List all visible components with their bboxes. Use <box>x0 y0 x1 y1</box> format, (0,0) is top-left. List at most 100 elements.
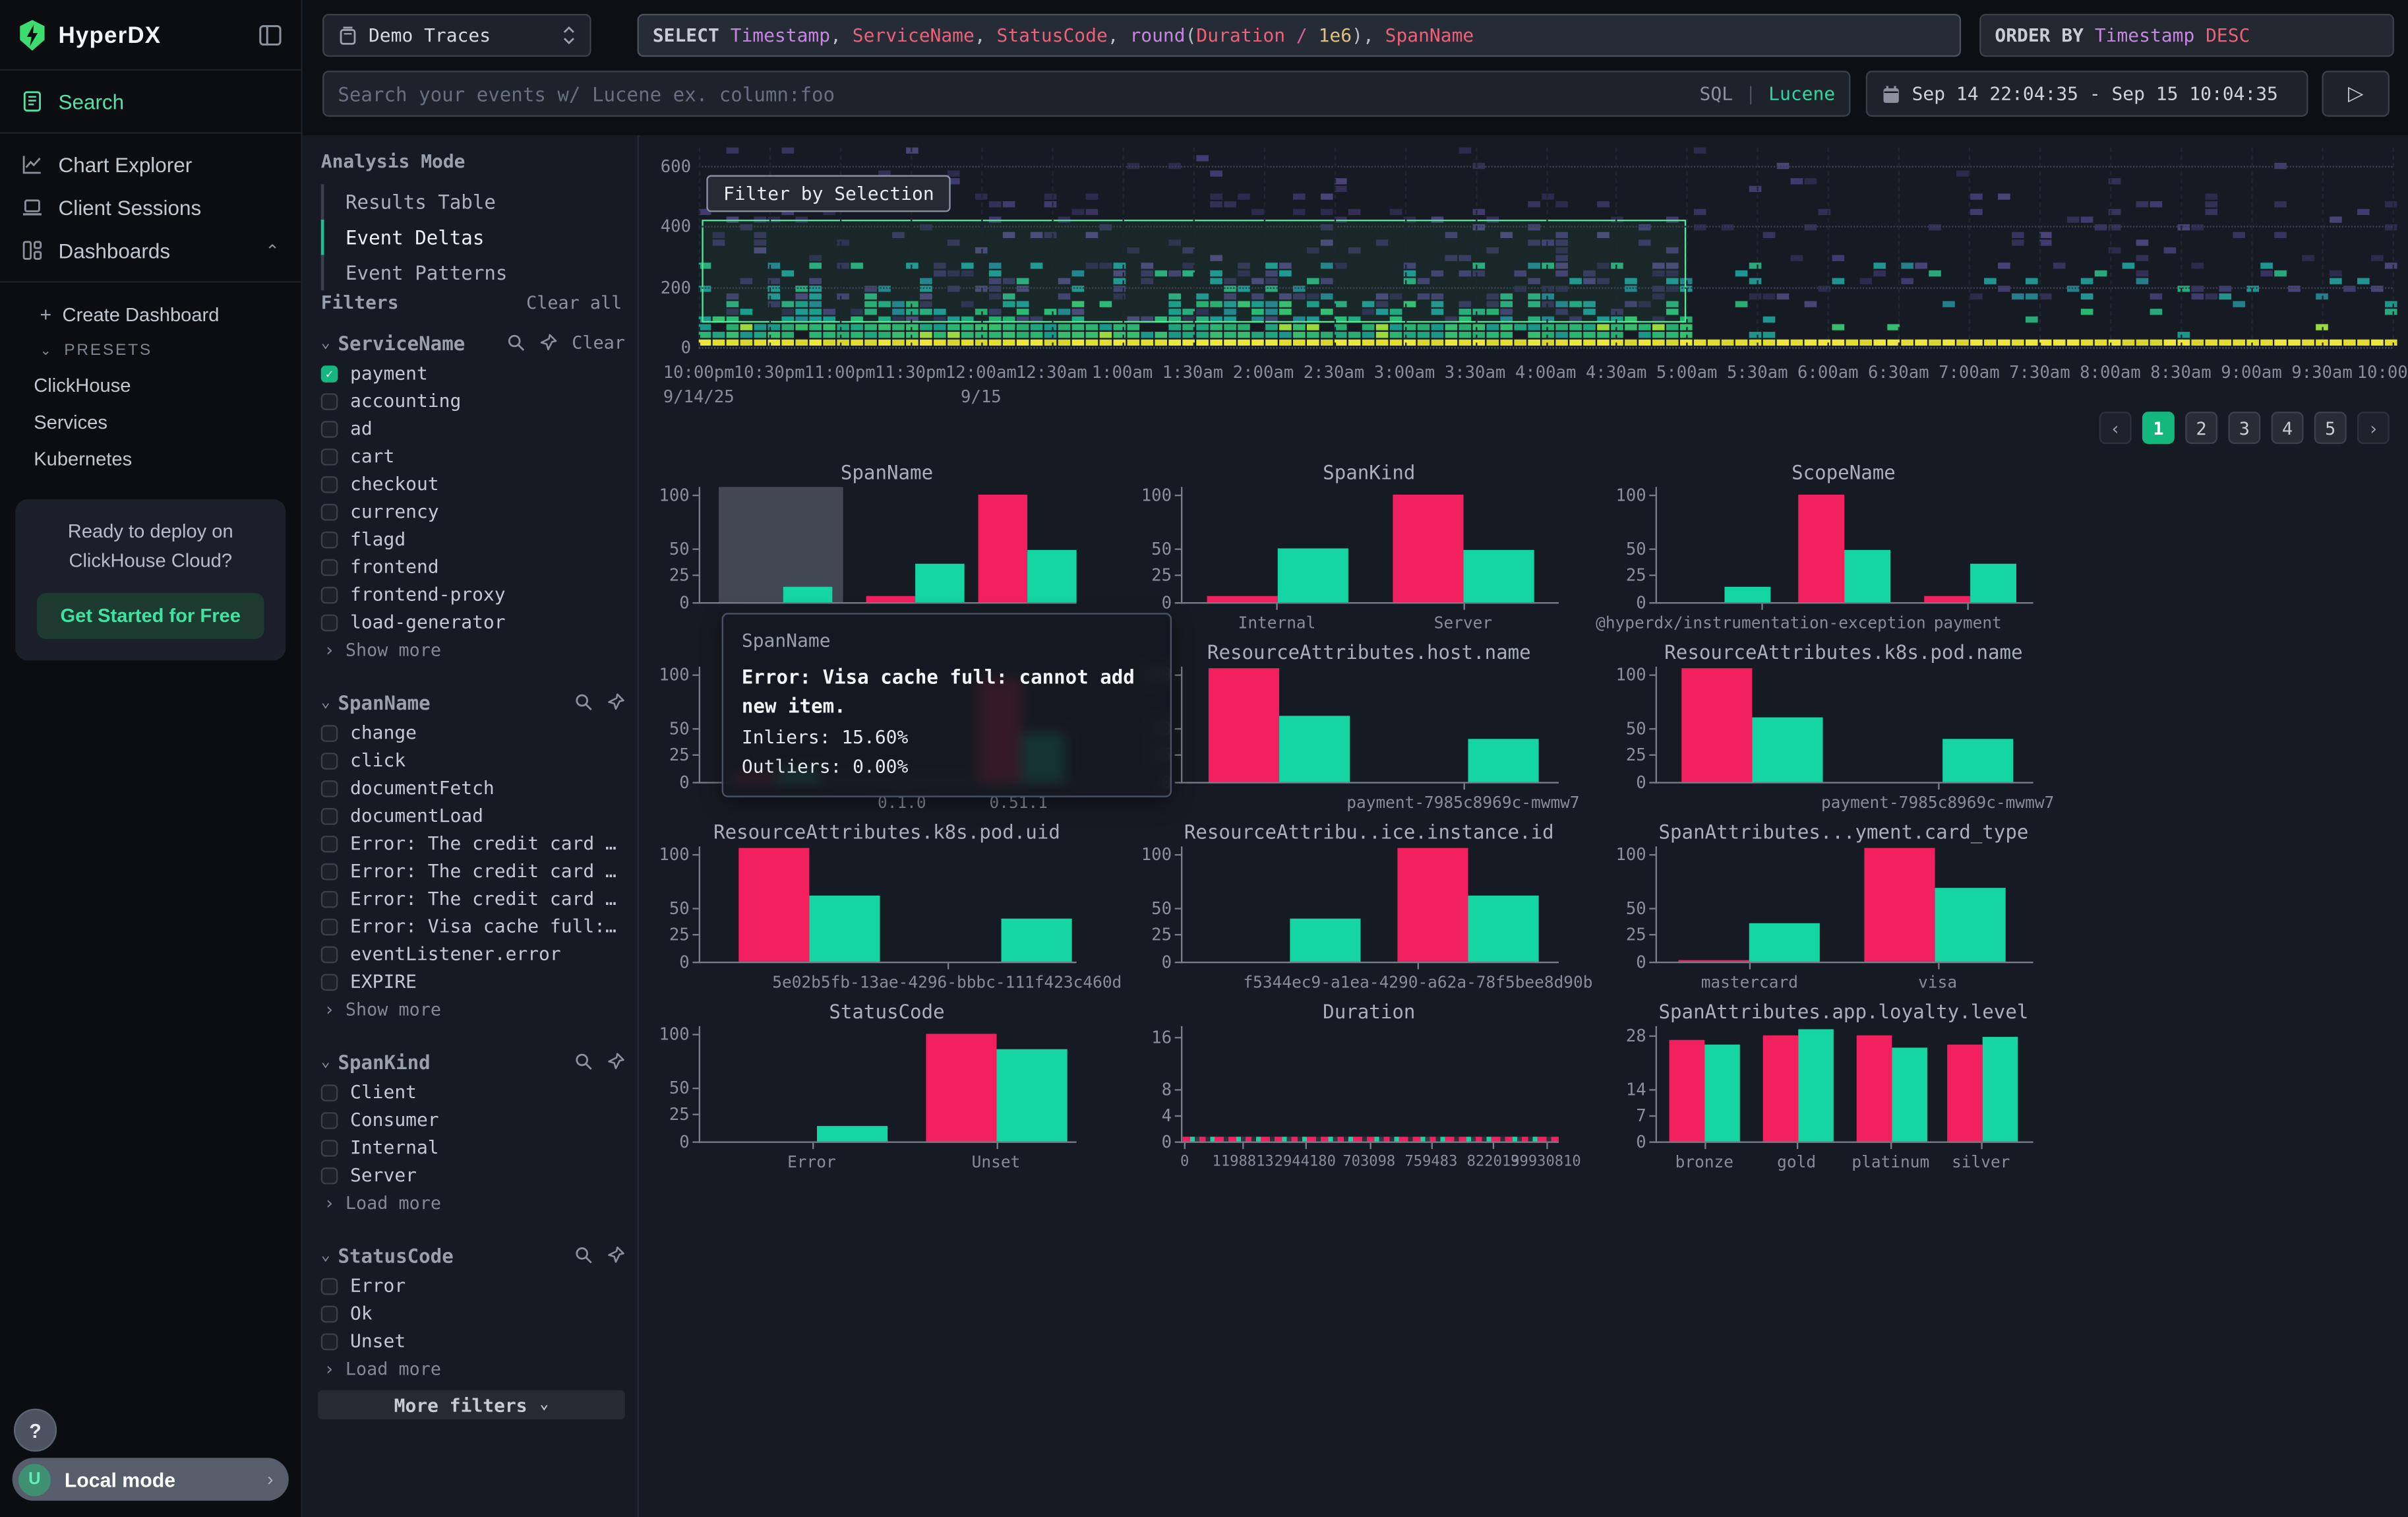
bar-inliers[interactable] <box>1468 739 1539 782</box>
filter-checkbox-row[interactable]: frontend <box>321 553 625 580</box>
filter-checkbox-row[interactable]: currency <box>321 498 625 526</box>
bar-outliers[interactable] <box>1946 1045 1982 1141</box>
chart-plot[interactable] <box>699 846 1077 963</box>
checkbox-Server[interactable] <box>321 1167 338 1184</box>
account-menu[interactable]: U Local mode › <box>13 1458 289 1501</box>
bar-inliers[interactable] <box>808 895 879 962</box>
bar-outliers[interactable] <box>866 596 915 602</box>
chart-plot[interactable] <box>699 1026 1077 1143</box>
collapse-sidebar-icon[interactable] <box>258 23 282 47</box>
select-query-input[interactable]: SELECT Timestamp, ServiceName, StatusCod… <box>638 14 1962 57</box>
help-button[interactable]: ? <box>14 1409 57 1452</box>
checkbox-Consumer[interactable] <box>321 1111 338 1129</box>
chart-plot[interactable] <box>1181 1026 1559 1143</box>
page-next-button[interactable]: › <box>2357 412 2390 444</box>
bar-inliers[interactable] <box>817 1125 888 1141</box>
bar-inliers[interactable] <box>1752 718 1822 782</box>
bar-inliers[interactable] <box>1982 1037 2018 1141</box>
checkbox-Error: The credit card (…[interactable] <box>321 890 338 908</box>
bar-outliers[interactable] <box>1798 495 1844 602</box>
checkbox-change[interactable] <box>321 724 338 741</box>
filter-checkbox-row[interactable]: Server <box>321 1161 625 1189</box>
filter-checkbox-row[interactable]: EXPIRE <box>321 968 625 995</box>
checkbox-flagd[interactable] <box>321 531 338 548</box>
bar-outliers[interactable] <box>1209 667 1279 782</box>
bar-outliers[interactable] <box>1207 596 1277 602</box>
filter-checkbox-row[interactable]: Error: The credit card (… <box>321 857 625 885</box>
chart-plot[interactable] <box>1656 487 2033 604</box>
page-button-4[interactable]: 4 <box>2272 412 2304 444</box>
filter-checkbox-row[interactable]: ad <box>321 415 625 443</box>
filter-checkbox-row[interactable]: cart <box>321 443 625 470</box>
source-select[interactable]: Demo Traces <box>322 14 591 57</box>
checkbox-accounting[interactable] <box>321 392 338 410</box>
filter-checkbox-row[interactable]: accounting <box>321 387 625 415</box>
checkbox-frontend[interactable] <box>321 559 338 576</box>
page-button-1[interactable]: 1 <box>2142 412 2175 444</box>
sidebar-item-dashboards[interactable]: Dashboards ⌃ <box>0 229 301 272</box>
checkbox-payment[interactable]: ✓ <box>321 365 338 382</box>
bar-inliers[interactable] <box>1279 715 1350 782</box>
sidebar-item-client-sessions[interactable]: Client Sessions <box>0 186 301 229</box>
analysis-mode-event-patterns[interactable]: Event Patterns <box>321 255 622 291</box>
sidebar-item-kubernetes[interactable]: Kubernetes <box>0 441 301 478</box>
bar-outliers[interactable] <box>1681 667 1752 782</box>
pin-icon[interactable] <box>607 693 625 711</box>
page-button-3[interactable]: 3 <box>2228 412 2260 444</box>
bar-inliers[interactable] <box>1749 924 1820 962</box>
filter-checkbox-row[interactable]: eventListener.error <box>321 940 625 968</box>
bar-inliers[interactable] <box>1028 551 1077 602</box>
filter-group-header-SpanKind[interactable]: ⌄SpanKind <box>321 1045 625 1078</box>
bar-inliers[interactable] <box>1725 586 1771 602</box>
filter-group-header-SpanName[interactable]: ⌄SpanName <box>321 685 625 719</box>
filter-group-header-StatusCode[interactable]: ⌄StatusCode <box>321 1238 625 1272</box>
run-query-button[interactable]: ▷ <box>2322 71 2389 117</box>
sidebar-item-clickhouse[interactable]: ClickHouse <box>0 367 301 404</box>
bar-inliers[interactable] <box>1844 551 1890 602</box>
chart-plot[interactable] <box>1656 667 2033 784</box>
checkbox-click[interactable] <box>321 752 338 769</box>
sidebar-item-search[interactable]: Search <box>0 80 301 123</box>
search-input[interactable]: Search your events w/ Lucene ex. column:… <box>322 71 1850 117</box>
date-range-picker[interactable]: Sep 14 22:04:35 - Sep 15 10:04:35 <box>1866 71 2308 117</box>
bar-inliers[interactable] <box>1797 1030 1833 1142</box>
filter-show-more-button[interactable]: ›Show more <box>321 636 625 664</box>
chart-plot[interactable] <box>1181 846 1559 963</box>
filter-checkbox-row[interactable]: Consumer <box>321 1106 625 1134</box>
bar-inliers[interactable] <box>1970 565 2016 602</box>
bar-inliers[interactable] <box>1704 1045 1740 1141</box>
bar-inliers[interactable] <box>1935 888 2005 962</box>
pin-icon[interactable] <box>607 1246 625 1264</box>
filter-checkbox-row[interactable]: Client <box>321 1078 625 1106</box>
search-icon[interactable] <box>574 1052 593 1070</box>
checkbox-load-generator[interactable] <box>321 613 338 631</box>
create-dashboard-button[interactable]: + Create Dashboard <box>0 295 301 333</box>
bar-inliers[interactable] <box>783 586 833 602</box>
bar-outliers[interactable] <box>1397 848 1468 962</box>
filter-checkbox-row[interactable]: ✓payment <box>321 359 625 387</box>
filter-checkbox-row[interactable]: Error <box>321 1272 625 1299</box>
bar-outliers[interactable] <box>1762 1036 1798 1141</box>
checkbox-Internal[interactable] <box>321 1139 338 1156</box>
filter-checkbox-row[interactable]: Error: Visa cache full: … <box>321 912 625 940</box>
filter-show-more-button[interactable]: ›Show more <box>321 995 625 1023</box>
filter-load-more-button[interactable]: ›Load more <box>321 1355 625 1382</box>
checkbox-Error: Visa cache full: …[interactable] <box>321 918 338 935</box>
filter-group-header-ServiceName[interactable]: ⌄ServiceNameClear <box>321 326 625 359</box>
analysis-mode-event-deltas[interactable]: Event Deltas <box>321 220 622 255</box>
checkbox-Client[interactable] <box>321 1084 338 1101</box>
filter-load-more-button[interactable]: ›Load more <box>321 1189 625 1217</box>
checkbox-checkout[interactable] <box>321 476 338 493</box>
orderby-input[interactable]: ORDER BY Timestamp DESC <box>1979 14 2394 57</box>
bar-outliers[interactable] <box>1678 960 1749 962</box>
checkbox-Error: The credit card (…[interactable] <box>321 863 338 880</box>
analysis-mode-results-table[interactable]: Results Table <box>321 184 622 220</box>
duration-heatmap[interactable]: Filter by Selection 10:00pm10:30pm11:00p… <box>699 148 2393 348</box>
filter-checkbox-row[interactable]: flagd <box>321 526 625 553</box>
filter-checkbox-row[interactable]: frontend-proxy <box>321 580 625 608</box>
chart-plot[interactable] <box>1656 846 2033 963</box>
bar-inliers[interactable] <box>1468 895 1538 962</box>
clear-group-button[interactable]: Clear <box>572 332 625 354</box>
checkbox-currency[interactable] <box>321 503 338 520</box>
bar-inliers[interactable] <box>915 565 965 602</box>
